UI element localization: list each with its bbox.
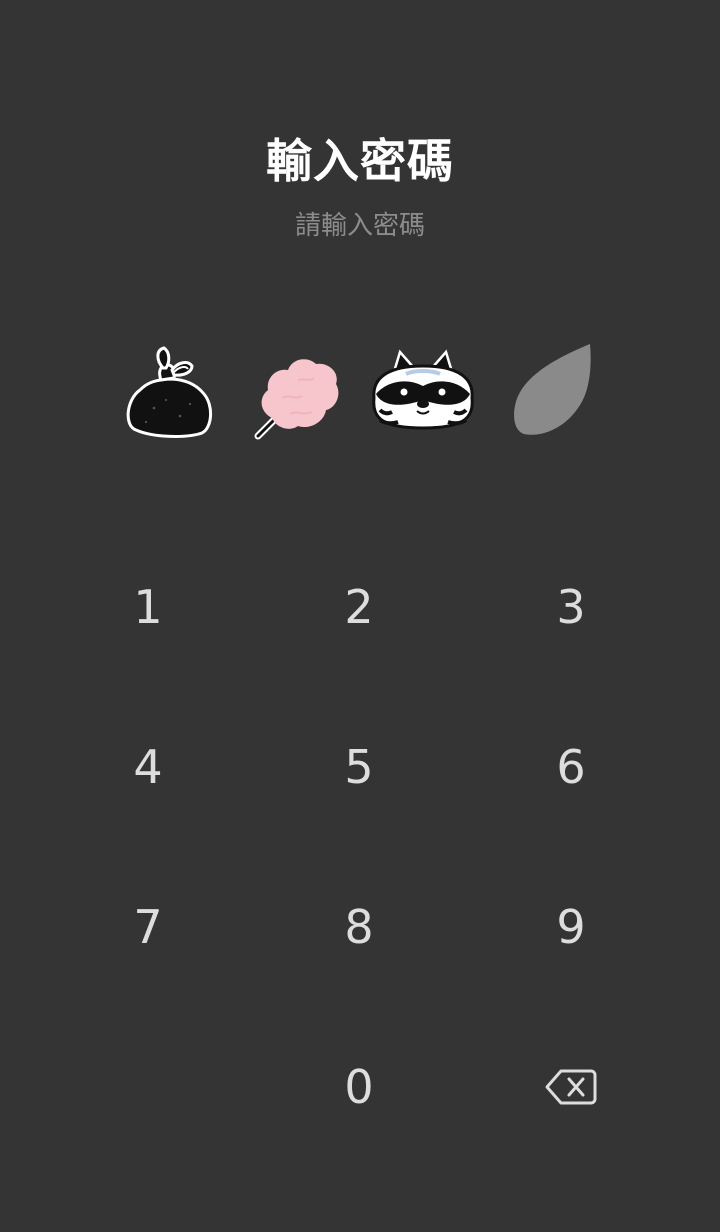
keypad-key-1[interactable]: 1 [68,552,228,662]
keypad-key-0[interactable]: 0 [279,1032,439,1142]
garbage-bag-icon [126,346,212,438]
keypad-key-6[interactable]: 6 [491,712,651,822]
backspace-button[interactable] [491,1032,651,1142]
pin-indicator-3 [368,338,478,448]
raccoon-face-icon [372,349,474,430]
keypad-key-5[interactable]: 5 [279,712,439,822]
keypad-key-3[interactable]: 3 [491,552,651,662]
keypad-key-2[interactable]: 2 [279,552,439,662]
pin-indicator-4 [500,338,610,448]
page-title: 輸入密碼 [266,134,454,188]
backspace-icon [545,1069,597,1105]
keypad-key-7[interactable]: 7 [68,872,228,982]
cotton-candy-icon [254,359,339,440]
pin-indicator-1 [114,338,224,448]
pin-indicator-2 [242,338,352,448]
keypad-key-4[interactable]: 4 [68,712,228,822]
keypad-key-8[interactable]: 8 [279,872,439,982]
leaf-icon [514,344,591,435]
page-subtitle: 請輸入密碼 [294,211,425,241]
keypad-key-9[interactable]: 9 [491,872,651,982]
